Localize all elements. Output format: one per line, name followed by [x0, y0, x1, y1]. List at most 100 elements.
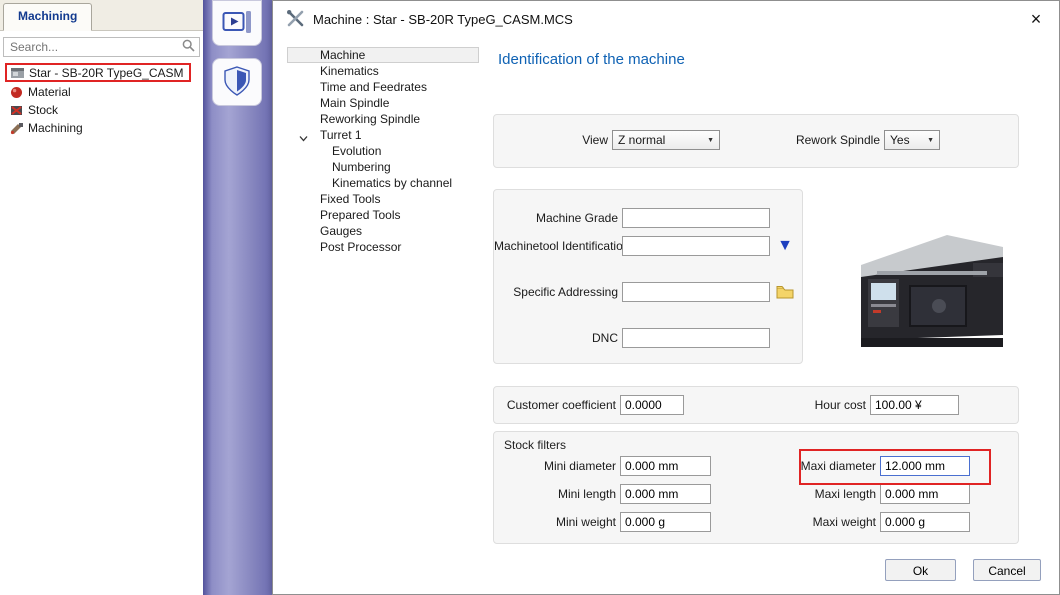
nav-item-evolution[interactable]: Evolution [287, 143, 479, 159]
machining-icon [9, 121, 24, 136]
machining-panel: Machining Star - SB-20R TypeG_CASM Mater… [0, 0, 203, 595]
folder-browse-button[interactable] [774, 282, 796, 302]
chevron-down-icon: ▼ [707, 137, 714, 144]
nav-item-label: Post Processor [320, 240, 401, 254]
machinetool-identification-input[interactable] [622, 236, 770, 256]
maxi-length-input[interactable] [880, 484, 970, 504]
mini-diameter-label: Mini diameter [494, 459, 616, 473]
cancel-button[interactable]: Cancel [973, 559, 1041, 581]
folder-icon [776, 285, 794, 299]
tree-item-machining[interactable]: Machining [0, 119, 203, 137]
machinetool-identification-label: Machinetool Identification [494, 239, 618, 253]
nav-item-kinematics[interactable]: Kinematics [287, 63, 479, 79]
crossed-tools-icon [285, 8, 305, 31]
maxi-diameter-input[interactable] [880, 456, 970, 476]
machine-icon [10, 65, 25, 80]
specific-addressing-label: Specific Addressing [494, 285, 618, 299]
nav-item-label: Time and Feedrates [320, 80, 427, 94]
page-title: Identification of the machine [498, 51, 685, 68]
customer-coefficient-label: Customer coefficient [494, 398, 616, 412]
close-icon[interactable]: × [1025, 9, 1047, 30]
nav-item-machine[interactable]: Machine [287, 47, 479, 63]
chevron-down-icon[interactable] [299, 132, 308, 141]
tree-item-machine[interactable]: Star - SB-20R TypeG_CASM [5, 63, 191, 82]
mini-length-label: Mini length [494, 487, 616, 501]
nav-item-fixed-tools[interactable]: Fixed Tools [287, 191, 479, 207]
dialog-nav: Machine Kinematics Time and Feedrates Ma… [287, 47, 479, 255]
simulation-button[interactable] [212, 0, 262, 46]
stock-filters-title: Stock filters [504, 438, 566, 452]
customer-coefficient-input[interactable] [620, 395, 684, 415]
machine-photo [851, 189, 1013, 369]
search-input[interactable] [8, 39, 182, 55]
view-select[interactable]: Z normal ▼ [612, 130, 720, 150]
dialog-title: Machine : Star - SB-20R TypeG_CASM.MCS [313, 12, 573, 27]
tree-item-label: Machining [28, 121, 83, 135]
tree-item-stock[interactable]: Stock [0, 101, 203, 119]
tree-item-label: Stock [28, 103, 58, 117]
nav-item-gauges[interactable]: Gauges [287, 223, 479, 239]
maxi-weight-input[interactable] [880, 512, 970, 532]
costs-group: Customer coefficient Hour cost [493, 386, 1019, 424]
stock-icon [9, 103, 24, 118]
ok-button[interactable]: Ok [885, 559, 956, 581]
identification-group: Machine Grade Machinetool Identification… [493, 189, 803, 364]
stock-filters-group: Stock filters Mini diameter Maxi diamete… [493, 431, 1019, 544]
dnc-input[interactable] [622, 328, 770, 348]
machinetool-browse-button[interactable]: ▼ [774, 236, 796, 256]
nav-item-turret-1[interactable]: Turret 1 [287, 127, 479, 143]
nav-item-numbering[interactable]: Numbering [287, 159, 479, 175]
machine-sim-icon [222, 9, 252, 38]
machine-grade-input[interactable] [622, 208, 770, 228]
nav-item-label: Reworking Spindle [320, 112, 420, 126]
vertical-toolbar [203, 0, 272, 595]
nav-item-label: Kinematics by channel [332, 176, 452, 190]
view-group: View Z normal ▼ Rework Spindle Yes ▼ [493, 114, 1019, 168]
machining-tree: Star - SB-20R TypeG_CASM Material Stock … [0, 61, 203, 137]
nav-item-label: Numbering [332, 160, 391, 174]
mini-weight-label: Mini weight [494, 515, 616, 529]
nav-item-label: Machine [320, 48, 365, 62]
tab-machining[interactable]: Machining [3, 3, 92, 31]
chevron-down-icon: ▼ [927, 137, 934, 144]
rework-spindle-select-value: Yes [890, 133, 910, 147]
material-icon [9, 85, 24, 100]
search-box[interactable] [3, 37, 200, 57]
mini-length-input[interactable] [620, 484, 711, 504]
nav-item-label: Main Spindle [320, 96, 389, 110]
protection-button[interactable] [212, 58, 262, 106]
nav-item-label: Evolution [332, 144, 381, 158]
tree-item-material[interactable]: Material [0, 83, 203, 101]
maxi-length-label: Maxi length [780, 487, 876, 501]
nav-item-prepared-tools[interactable]: Prepared Tools [287, 207, 479, 223]
maxi-weight-label: Maxi weight [780, 515, 876, 529]
nav-item-kinematics-by-channel[interactable]: Kinematics by channel [287, 175, 479, 191]
specific-addressing-input[interactable] [622, 282, 770, 302]
mini-weight-input[interactable] [620, 512, 711, 532]
maxi-diameter-label: Maxi diameter [780, 459, 876, 473]
nav-item-label: Gauges [320, 224, 362, 238]
hour-cost-input[interactable] [870, 395, 959, 415]
view-label: View [494, 133, 608, 147]
nav-item-label: Fixed Tools [320, 192, 380, 206]
hour-cost-label: Hour cost [766, 398, 866, 412]
tree-item-label: Star - SB-20R TypeG_CASM [29, 66, 184, 80]
dialog-title-bar: Machine : Star - SB-20R TypeG_CASM.MCS × [273, 1, 1059, 37]
shield-icon [224, 66, 250, 99]
nav-item-main-spindle[interactable]: Main Spindle [287, 95, 479, 111]
rework-spindle-select[interactable]: Yes ▼ [884, 130, 940, 150]
nav-item-time-feedrates[interactable]: Time and Feedrates [287, 79, 479, 95]
tree-item-label: Material [28, 85, 71, 99]
dnc-label: DNC [494, 331, 618, 345]
nav-item-post-processor[interactable]: Post Processor [287, 239, 479, 255]
machine-grade-label: Machine Grade [494, 211, 618, 225]
tab-bar: Machining [0, 0, 203, 31]
nav-item-reworking-spindle[interactable]: Reworking Spindle [287, 111, 479, 127]
mini-diameter-input[interactable] [620, 456, 711, 476]
nav-item-label: Kinematics [320, 64, 379, 78]
machine-dialog: Machine : Star - SB-20R TypeG_CASM.MCS ×… [272, 0, 1060, 595]
search-icon[interactable] [182, 39, 195, 55]
blue-triangle-icon: ▼ [777, 238, 793, 254]
view-select-value: Z normal [618, 133, 665, 147]
rework-spindle-label: Rework Spindle [780, 133, 880, 147]
